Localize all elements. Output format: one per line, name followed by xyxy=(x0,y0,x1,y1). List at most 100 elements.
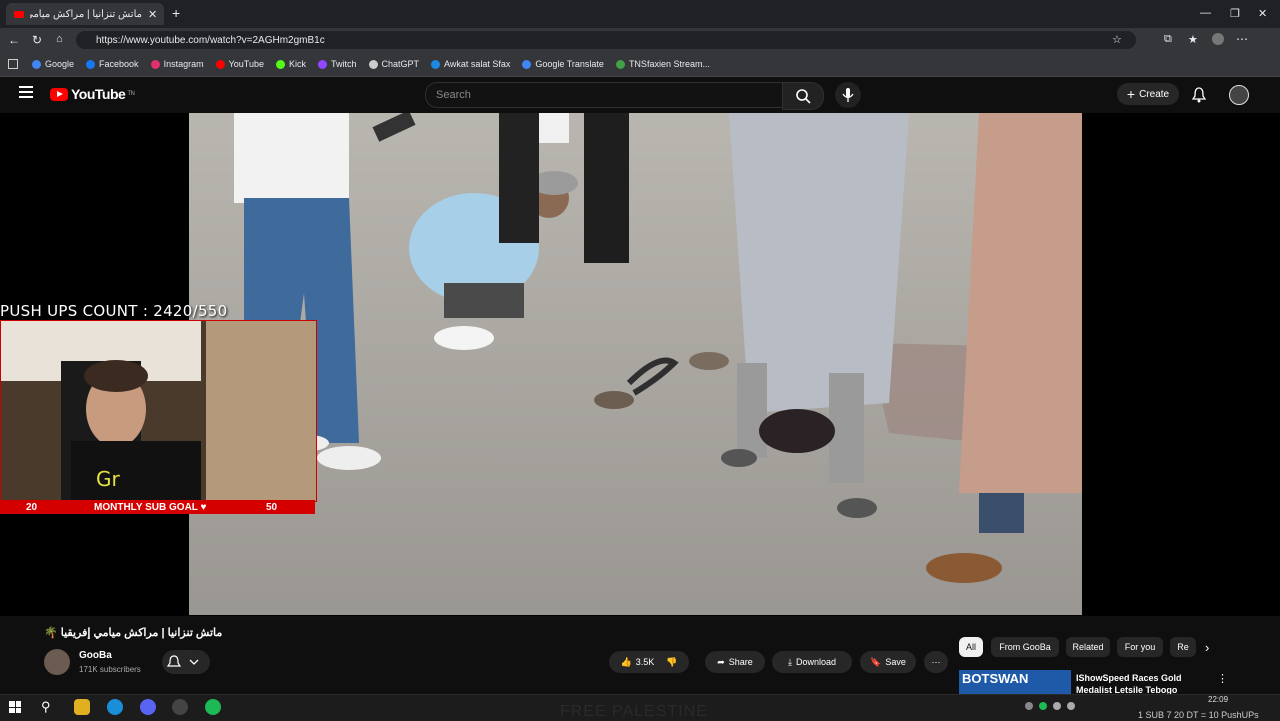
chip-all[interactable]: All xyxy=(959,637,983,657)
tray-network-icon[interactable] xyxy=(1053,702,1061,710)
free-palestine-watermark: FREE PALESTINE xyxy=(560,703,708,720)
youtube-logo[interactable]: YouTube TN xyxy=(50,86,135,102)
translate-icon xyxy=(522,59,532,69)
bookmark-instagram[interactable]: Instagram xyxy=(150,59,204,69)
back-icon[interactable]: ← xyxy=(8,33,20,47)
streamer-webcam-image: Gr xyxy=(1,321,316,501)
plus-icon: + xyxy=(1126,86,1136,102)
tray-spotify-icon[interactable] xyxy=(1039,702,1047,710)
youtube-icon xyxy=(215,59,225,69)
discord-icon[interactable] xyxy=(140,699,156,715)
like-dislike-group: 👍 3.5K 👎 xyxy=(609,651,689,673)
bookmark-tnsfaxien[interactable]: TNSfaxien Stream... xyxy=(615,59,710,69)
facebook-icon xyxy=(86,59,96,69)
minimize-icon[interactable]: — xyxy=(1200,7,1211,19)
bookmark-chatgpt[interactable]: ChatGPT xyxy=(368,59,419,69)
bookmark-google[interactable]: Google xyxy=(32,59,74,69)
like-button[interactable]: 👍 3.5K xyxy=(621,657,655,668)
chip-from-gooba[interactable]: From GooBa xyxy=(991,637,1059,657)
profile-icon[interactable] xyxy=(1212,33,1224,45)
video-title: ماتش تنزانيا | مراكش ميامي إفريقيا 🌴 xyxy=(44,627,223,639)
channel-avatar[interactable] xyxy=(44,649,70,675)
video-frame[interactable] xyxy=(189,113,1082,615)
search-input[interactable]: Search xyxy=(425,82,783,108)
bookmark-icon: 🔖 xyxy=(870,656,882,667)
goal-label: MONTHLY SUB GOAL ♥ xyxy=(94,501,207,513)
subscription-bell-button[interactable] xyxy=(162,650,210,674)
sidebar-toggle-icon[interactable] xyxy=(8,59,18,69)
bookmark-kick[interactable]: Kick xyxy=(275,59,306,69)
svg-text:Gr: Gr xyxy=(96,467,120,491)
dislike-icon[interactable]: 👎 xyxy=(666,657,677,668)
new-tab-icon[interactable]: + xyxy=(172,5,180,21)
favorite-star-icon[interactable]: ☆ xyxy=(1112,33,1122,46)
microphone-icon xyxy=(842,88,854,102)
sub-goal-bar: 20 MONTHLY SUB GOAL ♥ 50 xyxy=(0,500,315,514)
chips-next-icon[interactable]: › xyxy=(1205,640,1209,655)
reload-icon[interactable]: ↻ xyxy=(32,33,42,47)
video-scene-image xyxy=(189,113,1082,615)
url-text: https://www.youtube.com/watch?v=2AGHm2gm… xyxy=(96,34,325,46)
more-dots-icon: ⋯ xyxy=(931,656,941,667)
spotify-icon[interactable] xyxy=(205,699,221,715)
recommended-thumbnail[interactable]: BOTSWAN xyxy=(959,670,1071,694)
edge-browser-icon[interactable] xyxy=(107,699,123,715)
file-explorer-icon[interactable] xyxy=(74,699,90,715)
windows-start-icon[interactable] xyxy=(9,701,21,713)
download-icon: ⤓ xyxy=(787,656,792,667)
tab-close-icon[interactable]: ✕ xyxy=(148,8,157,21)
create-button[interactable]: + Create xyxy=(1117,83,1179,105)
more-actions-button[interactable]: ⋯ xyxy=(924,651,948,673)
subscriber-count: 171K subscribers xyxy=(79,665,141,674)
google-icon xyxy=(32,59,41,69)
chip-for-you[interactable]: For you xyxy=(1117,637,1163,657)
download-button[interactable]: ⤓ Download xyxy=(772,651,852,673)
window-close-icon[interactable]: ✕ xyxy=(1258,7,1267,20)
goal-target: 50 xyxy=(266,501,278,513)
recommended-title[interactable]: IShowSpeed Races Gold Medalist Letsile T… xyxy=(1076,672,1208,694)
goal-current: 20 xyxy=(26,501,38,513)
webcam-overlay: Gr xyxy=(0,320,317,502)
thumbs-up-icon: 👍 xyxy=(620,656,632,667)
extensions-icon[interactable]: ⧉ xyxy=(1164,33,1172,46)
clock-time: 22:09 xyxy=(1208,695,1229,704)
awkat-salat-icon xyxy=(431,59,441,69)
pushups-counter: PUSH UPS COUNT : 2420/550 xyxy=(0,302,228,320)
bookmark-youtube[interactable]: YouTube xyxy=(215,59,264,69)
maximize-icon[interactable]: ❐ xyxy=(1230,7,1240,20)
voice-search-button[interactable] xyxy=(835,82,861,108)
browser-tab[interactable]: ماتش تنزانيا | مراكش ميامي إفريقيا ✕ xyxy=(6,3,164,25)
obs-icon[interactable] xyxy=(172,699,188,715)
home-icon[interactable]: ⌂ xyxy=(56,33,63,45)
tray-app-icon[interactable] xyxy=(1025,702,1033,710)
share-button[interactable]: ➦ Share xyxy=(705,651,765,673)
youtube-favicon-icon xyxy=(14,10,24,18)
recommended-menu-icon[interactable]: ⋮ xyxy=(1217,672,1228,685)
bookmark-facebook[interactable]: Facebook xyxy=(86,59,139,69)
bookmark-twitch[interactable]: Twitch xyxy=(317,59,357,69)
favorites-icon[interactable]: ★ xyxy=(1188,33,1198,46)
taskbar-clock[interactable]: 22:09 xyxy=(1208,695,1228,705)
hamburger-menu-icon[interactable] xyxy=(19,86,33,98)
taskbar-search-icon[interactable]: ⚲ xyxy=(41,699,51,715)
youtube-play-icon xyxy=(50,87,68,101)
system-tray xyxy=(1025,702,1075,710)
tray-volume-icon[interactable] xyxy=(1067,702,1075,710)
chip-related[interactable]: Related xyxy=(1066,637,1110,657)
save-button[interactable]: 🔖 Save xyxy=(860,651,916,673)
bookmark-google-translate[interactable]: Google Translate xyxy=(522,59,604,69)
browser-tab-strip xyxy=(0,0,1280,28)
notifications-button[interactable] xyxy=(1192,87,1206,103)
url-bar[interactable]: https://www.youtube.com/watch?v=2AGHm2gm… xyxy=(76,31,1136,49)
share-icon: ➦ xyxy=(717,656,725,667)
bookmark-awkat-salat[interactable]: Awkat salat Sfax xyxy=(431,59,510,69)
bookmarks-bar: Google Facebook Instagram YouTube Kick T… xyxy=(0,52,1280,77)
tnsfaxien-icon xyxy=(615,59,625,69)
search-button[interactable] xyxy=(782,82,824,110)
channel-name[interactable]: GooBa xyxy=(79,650,112,661)
account-avatar[interactable] xyxy=(1229,85,1249,105)
search-icon xyxy=(796,89,811,104)
kick-icon xyxy=(275,59,285,69)
more-menu-icon[interactable]: ⋯ xyxy=(1236,32,1248,46)
chip-recently-uploaded[interactable]: Re xyxy=(1170,637,1196,657)
